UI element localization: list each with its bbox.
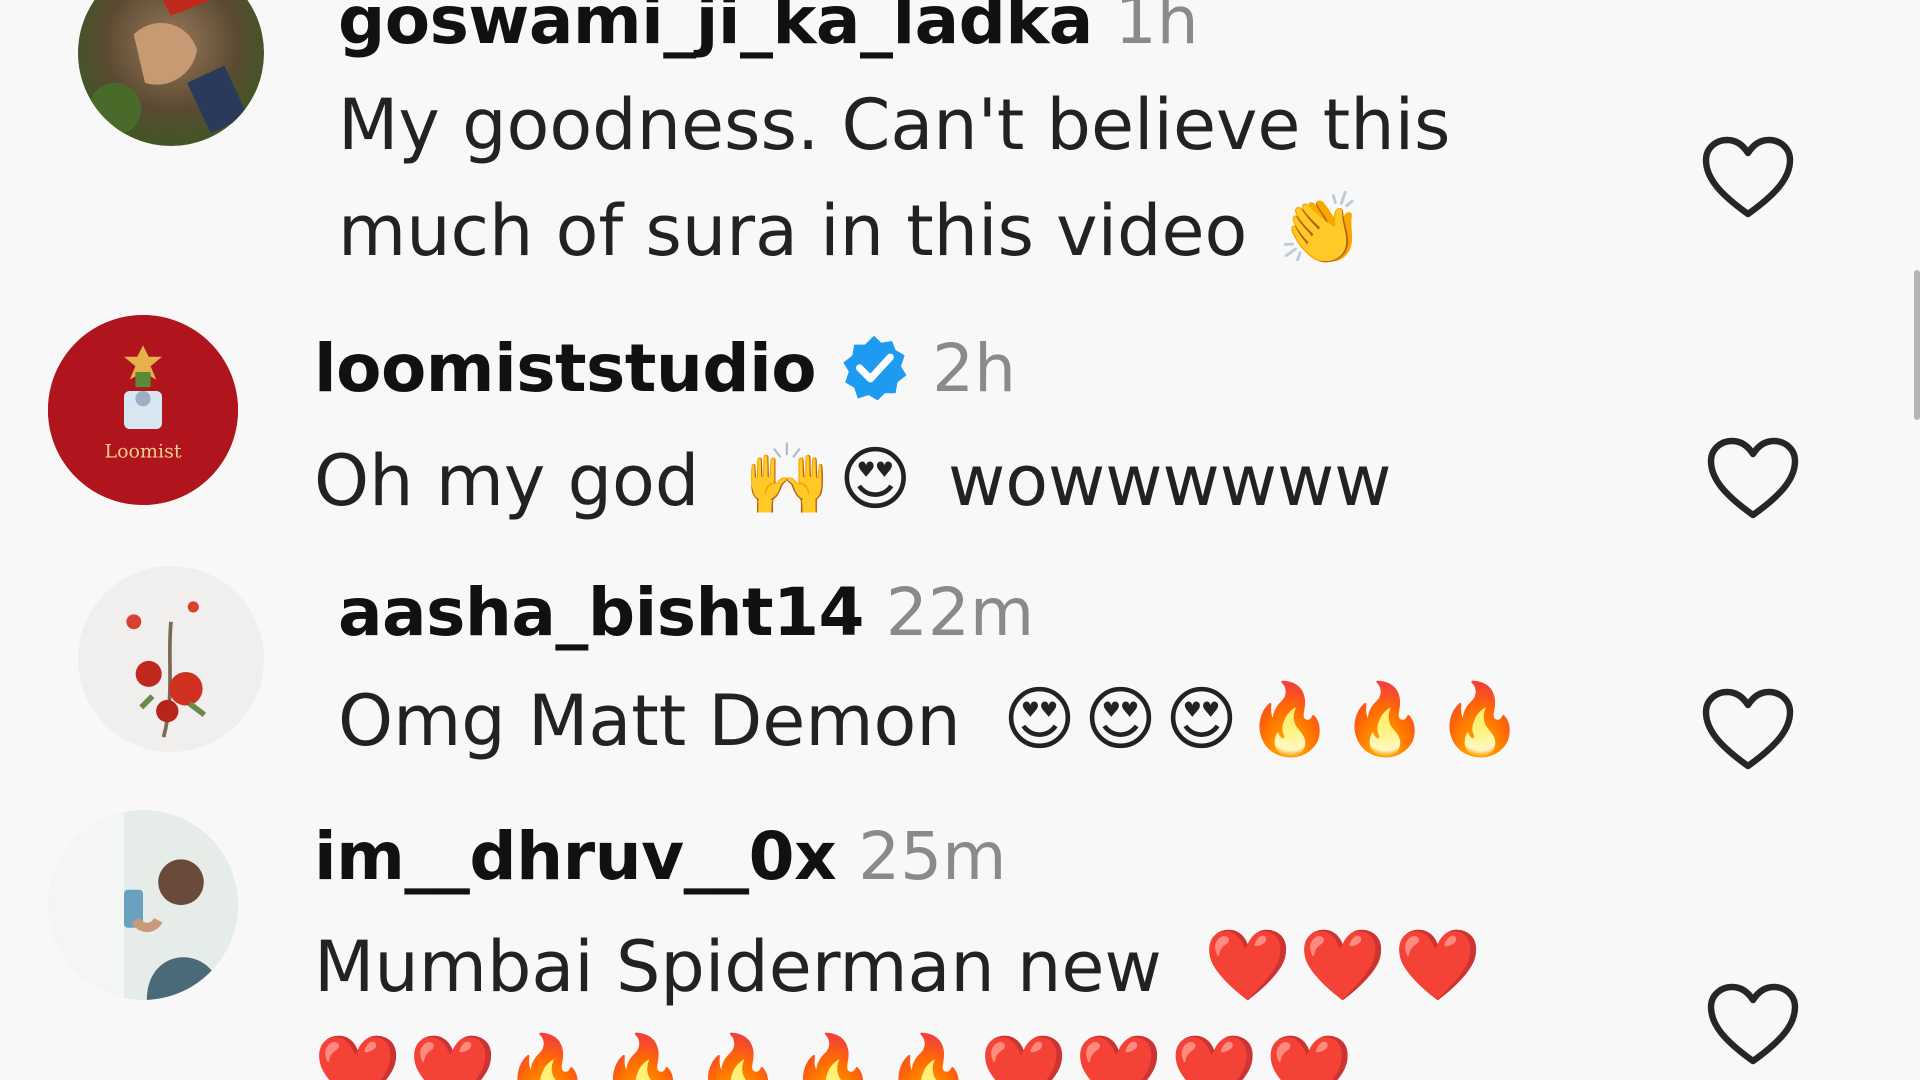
red-heart-emoji: ❤️ (1394, 923, 1482, 1006)
fire-emoji: 🔥 (789, 1029, 878, 1080)
scrollbar-thumb[interactable] (1914, 270, 1920, 420)
comment-item: goswami_ji_ka_ladka 1h My goodness. Can't… (0, 0, 1920, 272)
avatar-image: Loomist (48, 315, 238, 505)
comment-item: im__dhruv__0x 25m Mumbai Spiderman new ❤️… (0, 800, 1920, 1080)
comment-text-line: Mumbai Spiderman new ❤️ ❤️ ❤️ (314, 914, 1482, 1020)
comment-timestamp: 1h (1114, 0, 1199, 59)
comment-text: Mumbai Spiderman new ❤️ ❤️ ❤️ ❤️ ❤️ 🔥 🔥 🔥 🔥 🔥 ❤️ ❤… (314, 914, 1482, 1080)
red-heart-emoji: ❤️ (1170, 1029, 1258, 1080)
comments-panel: goswami_ji_ka_ladka 1h My goodness. Can't… (0, 0, 1920, 1080)
like-button[interactable] (1705, 980, 1801, 1070)
heart-eyes-emoji: 😍 (1165, 677, 1238, 760)
comment-text-segment: Oh my god (314, 440, 700, 522)
raising-hands-emoji: 🙌 (743, 437, 831, 520)
comment-username[interactable]: aasha_bisht14 (338, 574, 864, 651)
comment-text: Omg Matt Demon 😍 😍 😍 🔥 🔥 🔥 (338, 668, 1524, 774)
comment-text-line: much of sura in this video 👏 (338, 178, 1450, 284)
red-heart-emoji: ❤️ (314, 1029, 402, 1080)
comment-username[interactable]: loomiststudio (314, 330, 817, 407)
fire-emoji: 🔥 (599, 1029, 687, 1080)
comment-text-segment: Mumbai Spiderman new (314, 926, 1162, 1008)
avatar[interactable] (78, 0, 264, 146)
red-heart-emoji: ❤️ (980, 1029, 1068, 1080)
verified-badge-icon (838, 332, 910, 404)
comment-timestamp: 25m (858, 818, 1007, 895)
heart-eyes-emoji: 😍 (838, 437, 912, 520)
avatar[interactable] (78, 566, 264, 752)
heart-outline-icon (1707, 437, 1799, 519)
like-button[interactable] (1700, 133, 1796, 223)
avatar[interactable] (48, 810, 238, 1000)
avatar-image (78, 566, 264, 752)
fire-emoji: 🔥 (1436, 677, 1524, 760)
comment-text-segment: wowwwwww (947, 440, 1392, 522)
red-heart-emoji: ❤️ (1204, 923, 1292, 1006)
avatar-image (78, 0, 264, 146)
comment-text-line: My goodness. Can't believe this (338, 84, 1451, 166)
fire-emoji: 🔥 (1245, 677, 1334, 760)
comment-username[interactable]: im__dhruv__0x (314, 818, 837, 895)
red-heart-emoji: ❤️ (1265, 1029, 1353, 1080)
avatar-logo-text: Loomist (105, 441, 182, 463)
red-heart-emoji: ❤️ (1075, 1029, 1163, 1080)
comment-timestamp: 2h (932, 330, 1016, 407)
comment-username[interactable]: goswami_ji_ka_ladka (338, 0, 1093, 59)
comment-text-line: ❤️ ❤️ 🔥 🔥 🔥 🔥 🔥 ❤️ ❤️ ❤️ ❤️ (314, 1020, 1482, 1080)
heart-outline-icon (1702, 688, 1794, 770)
comment-text: My goodness. Can't believe this much of … (338, 72, 1450, 284)
red-heart-emoji: ❤️ (409, 1029, 497, 1080)
clapping-hands-emoji: 👏 (1277, 187, 1365, 270)
like-button[interactable] (1700, 685, 1796, 775)
fire-emoji: 🔥 (504, 1029, 592, 1080)
heart-eyes-emoji: 😍 (1003, 677, 1077, 760)
fire-emoji: 🔥 (1341, 677, 1429, 760)
heart-eyes-emoji: 😍 (1084, 677, 1157, 760)
comment-item: Loomist loomiststudio 2h Oh my god 🙌 😍 wow… (0, 270, 1920, 560)
comment-text: Oh my god 🙌 😍 wowwwwww (314, 428, 1392, 534)
fire-emoji: 🔥 (885, 1029, 973, 1080)
comment-text-segment: much of sura in this video (338, 190, 1248, 272)
avatar[interactable]: Loomist (48, 315, 238, 505)
like-button[interactable] (1705, 434, 1801, 524)
heart-outline-icon (1707, 983, 1799, 1065)
comment-item: aasha_bisht14 22m Omg Matt Demon 😍 😍 😍 🔥 🔥 🔥 (0, 560, 1920, 800)
heart-outline-icon (1702, 136, 1794, 218)
comment-timestamp: 22m (885, 574, 1035, 651)
fire-emoji: 🔥 (694, 1029, 782, 1080)
avatar-image (48, 810, 238, 1000)
red-heart-emoji: ❤️ (1299, 923, 1387, 1006)
comment-text-segment: Omg Matt Demon (338, 680, 961, 762)
